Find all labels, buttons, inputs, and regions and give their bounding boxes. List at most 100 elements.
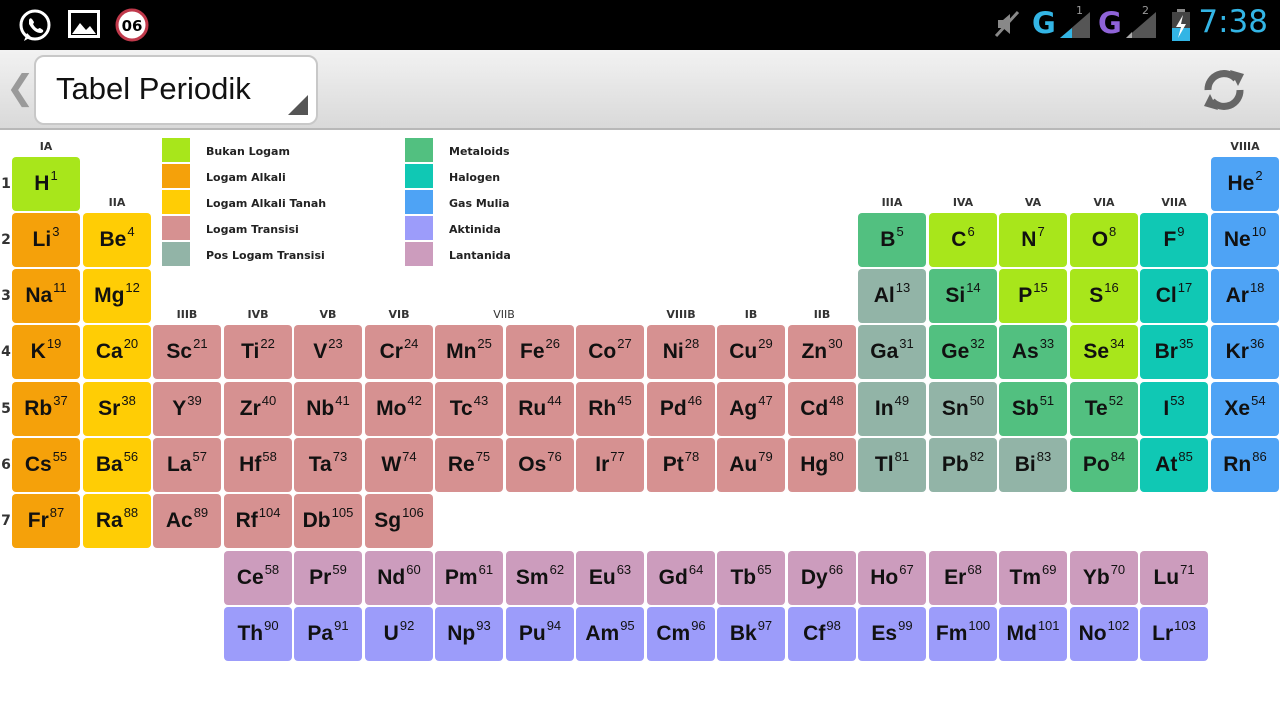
refresh-button[interactable] (1198, 64, 1250, 116)
element-cell-es[interactable]: Es 99 (858, 607, 926, 661)
element-cell-he[interactable]: He 2 (1211, 157, 1279, 211)
element-cell-bk[interactable]: Bk 97 (717, 607, 785, 661)
chevron-left-icon[interactable]: ❮ (6, 68, 35, 108)
element-cell-co[interactable]: Co 27 (576, 325, 644, 379)
element-cell-w[interactable]: W 74 (365, 438, 433, 492)
element-cell-ru[interactable]: Ru 44 (506, 382, 574, 436)
element-cell-am[interactable]: Am 95 (576, 607, 644, 661)
element-cell-cu[interactable]: Cu 29 (717, 325, 785, 379)
element-cell-in[interactable]: In 49 (858, 382, 926, 436)
element-cell-mn[interactable]: Mn 25 (435, 325, 503, 379)
element-cell-cr[interactable]: Cr 24 (365, 325, 433, 379)
element-cell-fm[interactable]: Fm 100 (929, 607, 997, 661)
element-cell-u[interactable]: U 92 (365, 607, 433, 661)
element-cell-pd[interactable]: Pd 46 (647, 382, 715, 436)
element-cell-po[interactable]: Po 84 (1070, 438, 1138, 492)
element-cell-se[interactable]: Se 34 (1070, 325, 1138, 379)
element-cell-nb[interactable]: Nb 41 (294, 382, 362, 436)
element-cell-pm[interactable]: Pm 61 (435, 551, 503, 605)
element-cell-pb[interactable]: Pb 82 (929, 438, 997, 492)
element-cell-yb[interactable]: Yb 70 (1070, 551, 1138, 605)
element-cell-fe[interactable]: Fe 26 (506, 325, 574, 379)
element-cell-os[interactable]: Os 76 (506, 438, 574, 492)
element-cell-hg[interactable]: Hg 80 (788, 438, 856, 492)
element-cell-sg[interactable]: Sg 106 (365, 494, 433, 548)
element-cell-pt[interactable]: Pt 78 (647, 438, 715, 492)
element-cell-k[interactable]: K 19 (12, 325, 80, 379)
element-cell-ca[interactable]: Ca 20 (83, 325, 151, 379)
element-cell-tl[interactable]: Tl 81 (858, 438, 926, 492)
element-cell-db[interactable]: Db 105 (294, 494, 362, 548)
element-cell-ba[interactable]: Ba 56 (83, 438, 151, 492)
element-cell-np[interactable]: Np 93 (435, 607, 503, 661)
element-cell-br[interactable]: Br 35 (1140, 325, 1208, 379)
element-cell-ho[interactable]: Ho 67 (858, 551, 926, 605)
element-cell-i[interactable]: I 53 (1140, 382, 1208, 436)
element-cell-ar[interactable]: Ar 18 (1211, 269, 1279, 323)
element-cell-si[interactable]: Si 14 (929, 269, 997, 323)
element-cell-al[interactable]: Al 13 (858, 269, 926, 323)
element-cell-rh[interactable]: Rh 45 (576, 382, 644, 436)
element-cell-cs[interactable]: Cs 55 (12, 438, 80, 492)
element-cell-h[interactable]: H1 (12, 157, 80, 211)
element-cell-ac[interactable]: Ac 89 (153, 494, 221, 548)
element-cell-ni[interactable]: Ni 28 (647, 325, 715, 379)
element-cell-mg[interactable]: Mg 12 (83, 269, 151, 323)
element-cell-dy[interactable]: Dy 66 (788, 551, 856, 605)
element-cell-eu[interactable]: Eu 63 (576, 551, 644, 605)
element-cell-li[interactable]: Li 3 (12, 213, 80, 267)
element-cell-cf[interactable]: Cf 98 (788, 607, 856, 661)
element-cell-na[interactable]: Na 11 (12, 269, 80, 323)
element-cell-rf[interactable]: Rf 104 (224, 494, 292, 548)
element-cell-ne[interactable]: Ne 10 (1211, 213, 1279, 267)
element-cell-ti[interactable]: Ti 22 (224, 325, 292, 379)
element-cell-rn[interactable]: Rn 86 (1211, 438, 1279, 492)
element-cell-lr[interactable]: Lr 103 (1140, 607, 1208, 661)
element-cell-rb[interactable]: Rb 37 (12, 382, 80, 436)
element-cell-th[interactable]: Th 90 (224, 607, 292, 661)
element-cell-no[interactable]: No 102 (1070, 607, 1138, 661)
element-cell-f[interactable]: F9 (1140, 213, 1208, 267)
element-cell-zn[interactable]: Zn 30 (788, 325, 856, 379)
element-cell-nd[interactable]: Nd 60 (365, 551, 433, 605)
element-cell-tc[interactable]: Tc 43 (435, 382, 503, 436)
element-cell-lu[interactable]: Lu 71 (1140, 551, 1208, 605)
element-cell-ag[interactable]: Ag 47 (717, 382, 785, 436)
element-cell-zr[interactable]: Zr 40 (224, 382, 292, 436)
element-cell-cd[interactable]: Cd 48 (788, 382, 856, 436)
element-cell-te[interactable]: Te 52 (1070, 382, 1138, 436)
element-cell-pr[interactable]: Pr 59 (294, 551, 362, 605)
element-cell-fr[interactable]: Fr 87 (12, 494, 80, 548)
element-cell-sr[interactable]: Sr 38 (83, 382, 151, 436)
element-cell-ta[interactable]: Ta 73 (294, 438, 362, 492)
element-cell-pu[interactable]: Pu 94 (506, 607, 574, 661)
element-cell-v[interactable]: V 23 (294, 325, 362, 379)
element-cell-kr[interactable]: Kr 36 (1211, 325, 1279, 379)
element-cell-ce[interactable]: Ce 58 (224, 551, 292, 605)
title-spinner[interactable]: Tabel Periodik (34, 55, 318, 125)
element-cell-ga[interactable]: Ga 31 (858, 325, 926, 379)
element-cell-sm[interactable]: Sm 62 (506, 551, 574, 605)
element-cell-ge[interactable]: Ge 32 (929, 325, 997, 379)
element-cell-hf[interactable]: Hf 58 (224, 438, 292, 492)
element-cell-re[interactable]: Re 75 (435, 438, 503, 492)
element-cell-cl[interactable]: Cl 17 (1140, 269, 1208, 323)
element-cell-cm[interactable]: Cm 96 (647, 607, 715, 661)
element-cell-be[interactable]: Be 4 (83, 213, 151, 267)
element-cell-sc[interactable]: Sc 21 (153, 325, 221, 379)
element-cell-n[interactable]: N7 (999, 213, 1067, 267)
element-cell-au[interactable]: Au 79 (717, 438, 785, 492)
element-cell-c[interactable]: C6 (929, 213, 997, 267)
element-cell-at[interactable]: At 85 (1140, 438, 1208, 492)
element-cell-bi[interactable]: Bi 83 (999, 438, 1067, 492)
element-cell-b[interactable]: B5 (858, 213, 926, 267)
element-cell-xe[interactable]: Xe 54 (1211, 382, 1279, 436)
element-cell-sb[interactable]: Sb 51 (999, 382, 1067, 436)
element-cell-y[interactable]: Y 39 (153, 382, 221, 436)
element-cell-tb[interactable]: Tb 65 (717, 551, 785, 605)
element-cell-gd[interactable]: Gd 64 (647, 551, 715, 605)
element-cell-md[interactable]: Md 101 (999, 607, 1067, 661)
element-cell-er[interactable]: Er 68 (929, 551, 997, 605)
element-cell-as[interactable]: As 33 (999, 325, 1067, 379)
element-cell-ir[interactable]: Ir 77 (576, 438, 644, 492)
